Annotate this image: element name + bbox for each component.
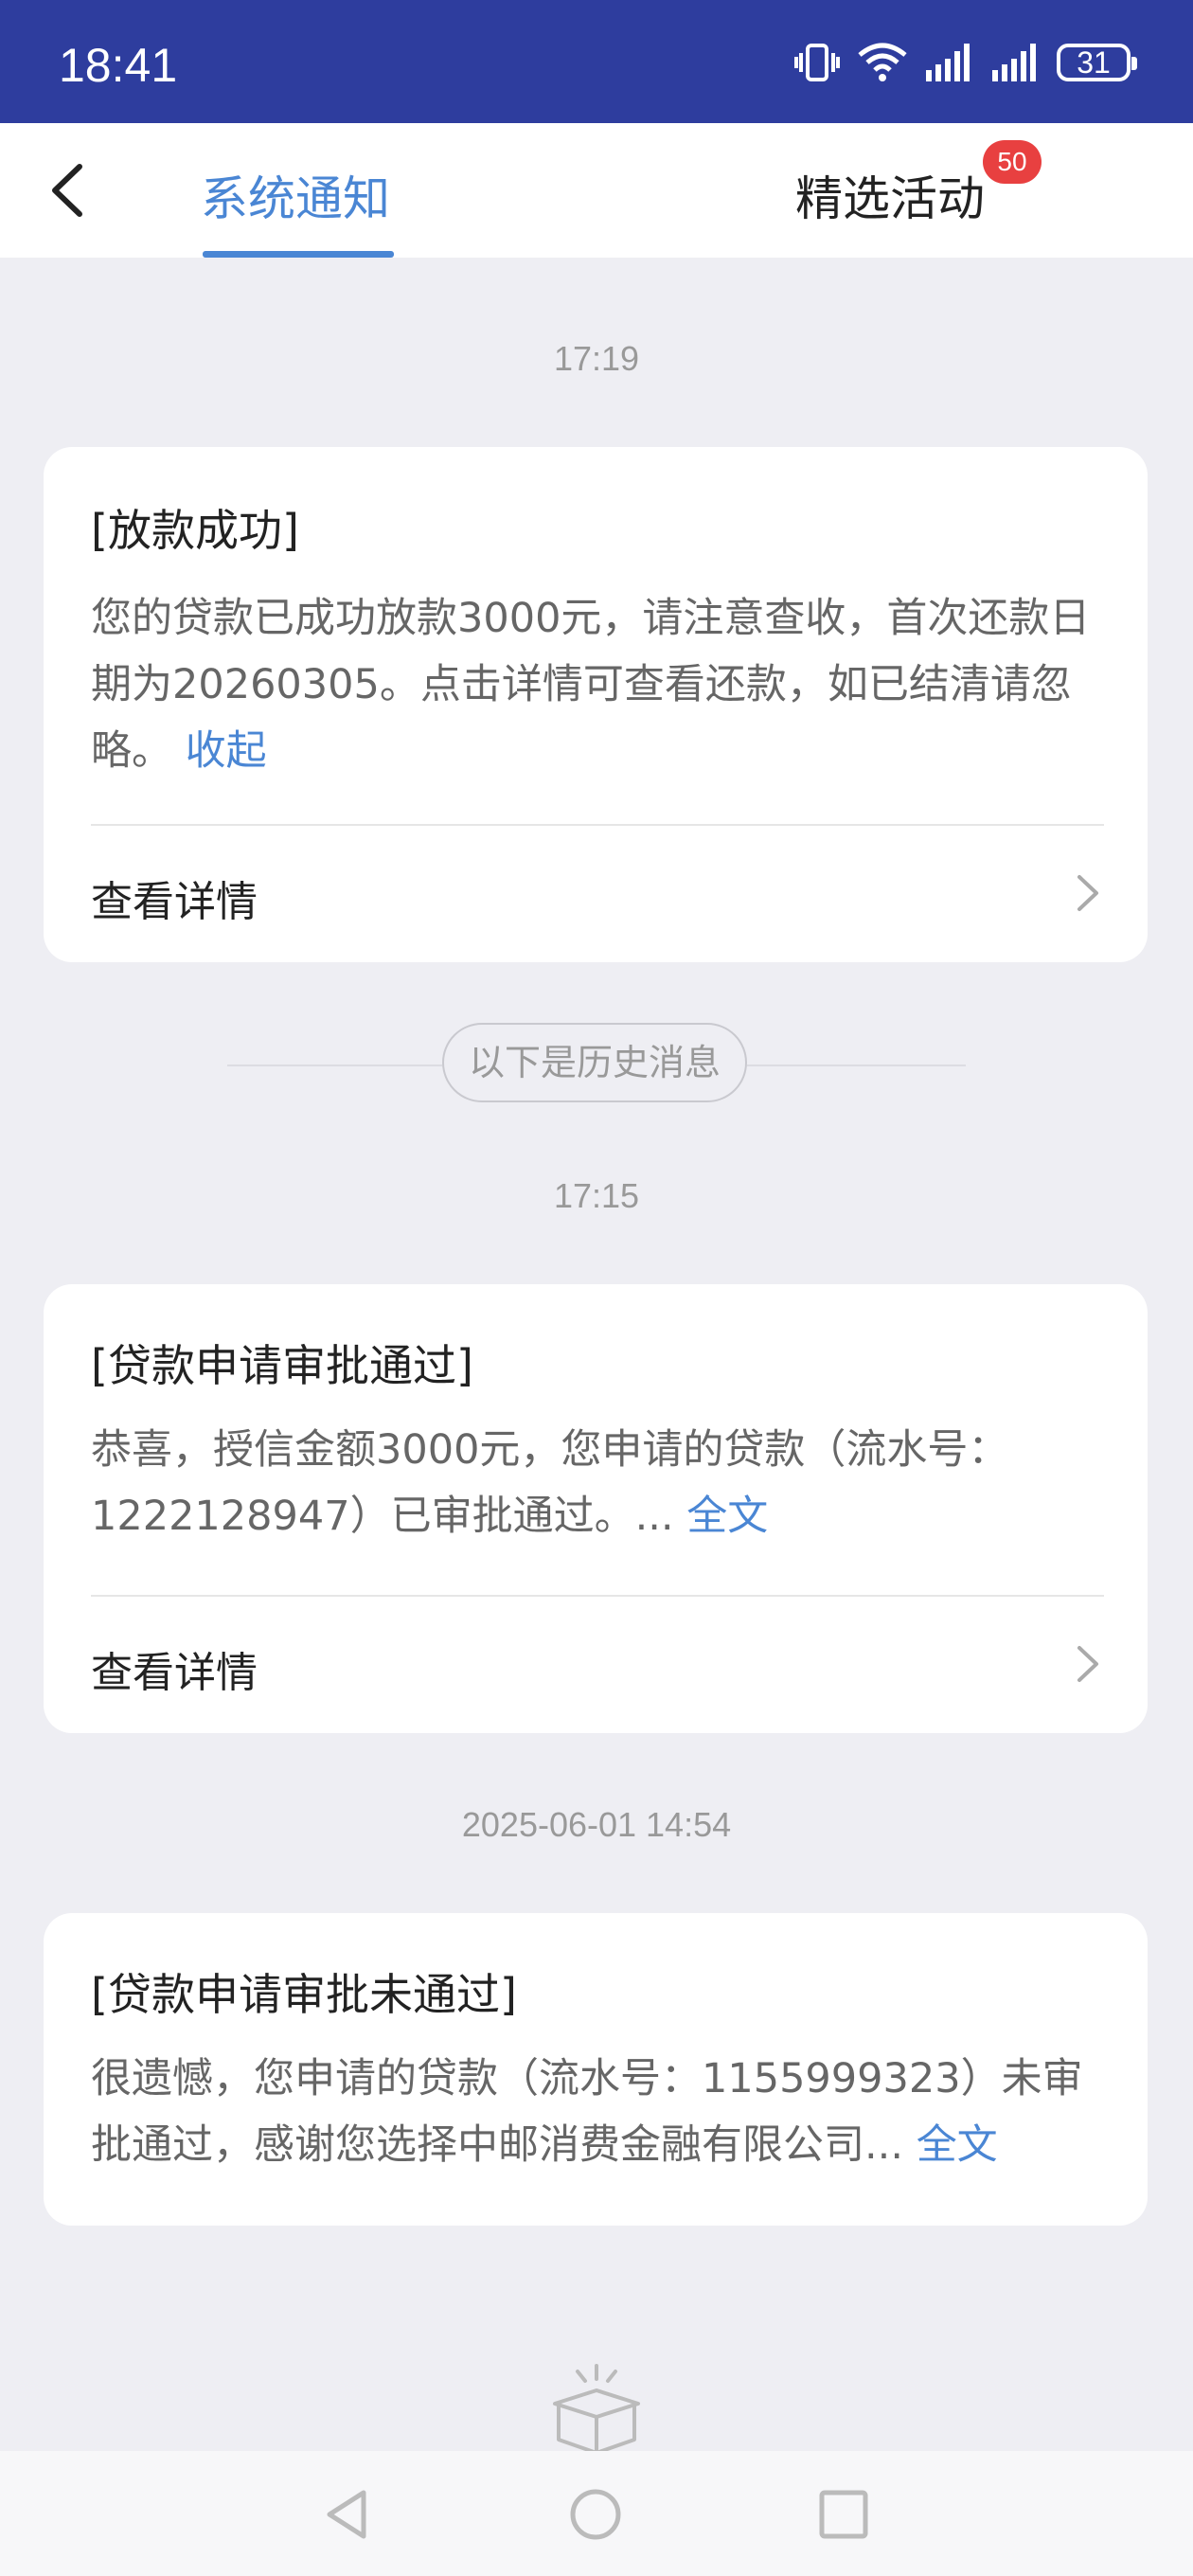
battery-icon: 31 (1057, 44, 1137, 81)
unread-badge: 50 (983, 140, 1042, 184)
message-time: 2025-06-01 14:54 (461, 1805, 732, 1844)
separator-line (227, 1064, 442, 1066)
tab-indicator (203, 251, 394, 258)
nav-back-icon[interactable] (314, 2481, 381, 2548)
chevron-left-icon[interactable] (38, 157, 104, 224)
tab-system-notice[interactable]: 系统通知 (201, 161, 390, 229)
message-title: [放款成功] (91, 505, 299, 556)
empty-box-icon (553, 2364, 640, 2455)
view-details-button[interactable]: 查看详情 (91, 856, 1104, 932)
tab-featured-activity[interactable]: 精选活动 (795, 161, 985, 229)
message-card: [放款成功] 您的贷款已成功放款3000元，请注意查收，首次还款日期为20260… (44, 447, 1148, 962)
collapse-link[interactable]: 收起 (186, 727, 267, 775)
divider (91, 824, 1104, 826)
chevron-right-icon (1077, 875, 1098, 911)
status-time: 18:41 (59, 39, 178, 92)
view-details-label: 查看详情 (91, 1649, 258, 1697)
system-nav-bar (0, 2451, 1193, 2576)
status-icons: 31 (793, 42, 1137, 83)
message-body: 恭喜，授信金额3000元，您申请的贷款（流水号：1222128947）已审批通过… (91, 1417, 1104, 1549)
vibrate-icon (794, 44, 840, 81)
view-details-label: 查看详情 (91, 878, 258, 926)
history-label: 以下是历史消息 (442, 1023, 747, 1102)
view-details-button[interactable]: 查看详情 (91, 1627, 1104, 1703)
status-bar: 18:41 31 (0, 0, 1193, 123)
message-text: 恭喜，授信金额3000元，您申请的贷款（流水号：1222128947）已审批通过… (91, 1426, 1009, 1540)
header: 系统通知 精选活动 50 (0, 123, 1193, 258)
history-separator: 以下是历史消息 (227, 1023, 966, 1108)
separator-line (747, 1064, 966, 1066)
message-body: 很遗憾，您申请的贷款（流水号：1155999323）未审批通过，感谢您选择中邮消… (91, 2046, 1104, 2178)
message-body: 您的贷款已成功放款3000元，请注意查收，首次还款日期为20260305。点击详… (91, 585, 1104, 784)
full-text-link[interactable]: 全文 (917, 2121, 998, 2169)
chevron-right-icon (1077, 1646, 1098, 1682)
message-title: [贷款申请审批通过] (91, 1340, 473, 1391)
message-time: 17:19 (553, 339, 640, 378)
full-text-link[interactable]: 全文 (686, 1493, 768, 1540)
wifi-icon (858, 43, 907, 81)
message-time: 17:15 (553, 1176, 640, 1215)
nav-recents-icon[interactable] (810, 2481, 877, 2548)
message-title: [贷款申请审批未通过] (91, 1969, 517, 2020)
divider (91, 1595, 1104, 1597)
message-card: [贷款申请审批通过] 恭喜，授信金额3000元，您申请的贷款（流水号：12221… (44, 1284, 1148, 1733)
signal-icon (926, 44, 970, 81)
message-card: [贷款申请审批未通过] 很遗憾，您申请的贷款（流水号：1155999323）未审… (44, 1913, 1148, 2226)
signal-icon (992, 44, 1036, 81)
nav-home-icon[interactable] (562, 2481, 629, 2548)
